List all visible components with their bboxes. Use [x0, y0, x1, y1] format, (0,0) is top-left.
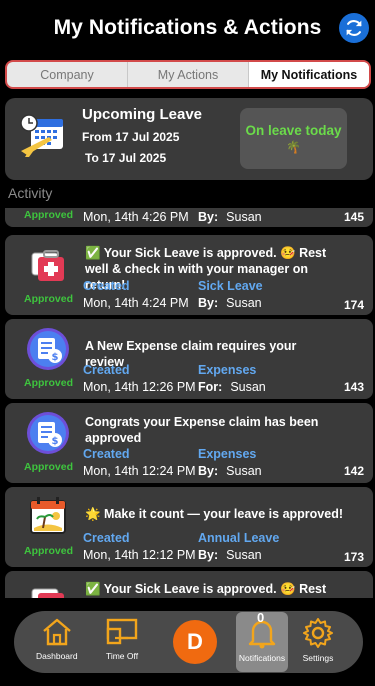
item-id: 143	[343, 380, 364, 394]
nav-label: Time Off	[105, 651, 139, 661]
created-label: Created	[83, 279, 130, 293]
list-item[interactable]: ✅ Your Sick Leave is approved. 🤒 Rest we…	[5, 571, 373, 598]
header: My Notifications & Actions	[0, 0, 375, 56]
medical-kit-icon	[31, 588, 64, 598]
refresh-icon	[346, 20, 362, 36]
person-row: By: Susan	[198, 296, 262, 310]
svg-text:$: $	[52, 352, 59, 363]
tab-my-notifications[interactable]: My Notifications	[249, 62, 369, 87]
rel-label: By:	[198, 464, 219, 478]
status-label: Approved	[24, 209, 74, 221]
rel-label: By:	[198, 548, 219, 562]
created-date: Mon, 14th 12:12 PM	[83, 548, 196, 562]
notification-message: 🌟 Make it count — your leave is approved…	[85, 507, 343, 521]
list-item[interactable]: Approved 🌟 Make it count — your leave is…	[5, 487, 373, 567]
nav-label: Dashboard	[36, 651, 78, 661]
beach-calendar-icon	[30, 497, 66, 534]
person-name: Susan	[230, 380, 266, 394]
created-date: Mon, 14th 12:26 PM	[83, 380, 196, 394]
created-label: Created	[83, 531, 130, 545]
notification-message: Congrats your Expense claim has been app…	[85, 415, 319, 445]
person-row: By: Susan	[198, 464, 262, 478]
item-id: 142	[343, 464, 364, 478]
home-icon	[43, 618, 71, 646]
nav-timeoff[interactable]: Time Off	[104, 617, 140, 661]
type-label: Expenses	[198, 447, 257, 461]
person-name: Susan	[226, 548, 262, 562]
rel-label: For:	[198, 380, 223, 394]
notification-message: ✅ Your Sick Leave is approved. 🤒 Rest we…	[85, 582, 327, 596]
expense-receipt-icon: $	[27, 328, 69, 370]
type-label: Expenses	[198, 363, 257, 377]
item-id: 174	[343, 298, 364, 312]
created-date: Mon, 14th 4:24 PM	[83, 296, 189, 310]
created-label: Created	[83, 363, 130, 377]
page-title: My Notifications & Actions	[53, 16, 322, 39]
item-id: 173	[343, 550, 364, 564]
list-item[interactable]: Approved ✅ Your Sick Leave is approved. …	[5, 235, 373, 315]
refresh-button[interactable]	[339, 13, 369, 43]
status-label: Approved	[24, 545, 74, 557]
status-label: Approved	[24, 377, 74, 389]
item-id: 145	[343, 210, 364, 224]
person-row: For: Susan	[198, 380, 266, 394]
avatar[interactable]: D	[173, 620, 217, 664]
created-date: Mon, 14th 12:24 PM	[83, 464, 196, 478]
notification-count-badge: 0	[257, 610, 265, 625]
list-item[interactable]: Approved Mon, 14th 4:26 PM By: Susan 145	[5, 208, 373, 227]
tab-bar: Company My Actions My Notifications	[5, 60, 371, 89]
palm-tree-icon: 🌴	[286, 140, 301, 154]
created-date: Mon, 14th 4:26 PM	[83, 210, 189, 224]
person-name: Susan	[226, 210, 262, 224]
leave-to: To 17 Jul 2025	[85, 151, 167, 165]
nav-settings[interactable]: Settings	[302, 617, 334, 663]
person-row: By: Susan	[198, 548, 262, 562]
svg-text:$: $	[52, 436, 59, 447]
tab-my-actions[interactable]: My Actions	[128, 62, 249, 87]
nav-label: Settings	[302, 653, 334, 663]
person-name: Susan	[226, 296, 262, 310]
created-label: Created	[83, 447, 130, 461]
status-label: Approved	[24, 293, 74, 305]
nav-label: Notifications	[238, 653, 286, 663]
activity-list[interactable]: Approved Mon, 14th 4:26 PM By: Susan 145 …	[0, 208, 375, 598]
expense-receipt-icon: $	[27, 412, 69, 454]
medical-kit-icon	[31, 250, 64, 281]
leave-title: Upcoming Leave	[82, 106, 203, 123]
bottom-nav: Dashboard Time Off D Notifications Setti…	[14, 611, 363, 673]
type-label: Sick Leave	[198, 279, 263, 293]
rel-label: By:	[198, 296, 219, 310]
type-label: Annual Leave	[198, 531, 280, 545]
status-label: Approved	[24, 461, 74, 473]
gear-icon	[303, 618, 333, 648]
person-name: Susan	[226, 464, 262, 478]
list-item[interactable]: $ Approved A New Expense claim requires …	[5, 319, 373, 399]
person-row: By: Susan	[198, 210, 262, 224]
calendar-airplane-icon	[20, 114, 63, 157]
list-item[interactable]: $ Approved Congrats your Expense claim h…	[5, 403, 373, 483]
on-leave-badge: On leave today 🌴	[240, 108, 347, 169]
tab-company[interactable]: Company	[7, 62, 128, 87]
timeoff-icon	[106, 618, 138, 645]
activity-heading: Activity	[8, 185, 53, 201]
nav-dashboard[interactable]: Dashboard	[36, 617, 78, 661]
upcoming-leave-card[interactable]: Upcoming Leave From 17 Jul 2025 To 17 Ju…	[5, 98, 373, 180]
rel-label: By:	[198, 210, 219, 224]
leave-from: From 17 Jul 2025	[82, 130, 180, 144]
on-leave-text: On leave today	[245, 123, 342, 138]
